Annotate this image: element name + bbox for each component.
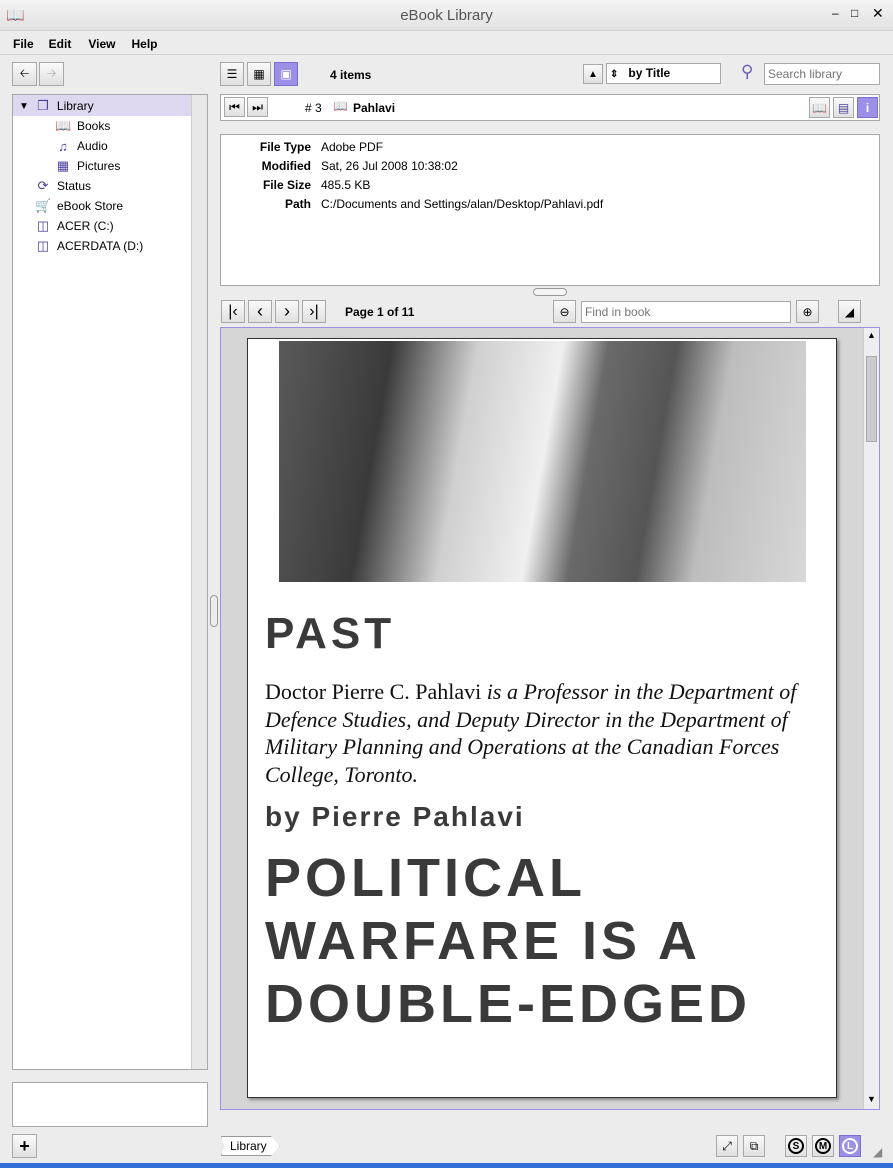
window-title: eBook Library — [400, 7, 493, 24]
reader-viewport: ▲ ▼ PAST Doctor Pierre C. Pahlavi is a P… — [220, 327, 880, 1110]
splitter-handle[interactable] — [210, 595, 218, 627]
sidebar-item-audio[interactable]: ♫ Audio — [55, 136, 108, 156]
next-page-button[interactable]: › — [275, 300, 299, 323]
list-view-button[interactable]: ☰ — [220, 62, 244, 86]
sidebar-item-pictures[interactable]: ▦ Pictures — [55, 156, 121, 176]
picture-icon: ▦ — [56, 158, 70, 173]
book-icon: 📖 — [55, 118, 72, 133]
close-button[interactable]: ✕ — [872, 5, 884, 22]
heading-past: PAST — [265, 609, 396, 658]
size-large-button[interactable]: L — [839, 1135, 861, 1157]
expand-triangle-icon[interactable]: ▼ — [19, 101, 29, 112]
path-value: C:/Documents and Settings/alan/Desktop/P… — [321, 197, 604, 211]
menu-bar: File Edit View Help — [0, 33, 893, 55]
menu-edit[interactable]: Edit — [34, 33, 72, 54]
sync-icon: ⟳ — [37, 178, 49, 193]
last-item-button[interactable]: ⏭ — [247, 97, 268, 117]
resize-grip-icon[interactable]: ◢ — [873, 1145, 882, 1159]
grid-view-button[interactable]: ▦ — [247, 62, 271, 86]
back-button[interactable]: 🡠 — [12, 62, 37, 86]
size-medium-button[interactable]: M — [812, 1135, 834, 1157]
sidebar-item-drive-d[interactable]: ◫ ACERDATA (D:) — [35, 236, 143, 256]
file-type-value: Adobe PDF — [321, 140, 384, 154]
item-bar: ⏮ ⏭ # 3 📖 Pahlavi 📖 ▤ i — [220, 94, 880, 121]
first-page-button[interactable]: |‹ — [221, 300, 245, 323]
cart-icon: 🛒 — [35, 198, 52, 213]
byline: by Pierre Pahlavi — [265, 801, 525, 832]
sidebar-tree: ▼ ❐ Library 📖 Books ♫ Audio ▦ Pictures ⟳ Statu… — [12, 94, 218, 1070]
sidebar-info-box — [12, 1082, 208, 1127]
modified-value: Sat, 26 Jul 2008 10:38:02 — [321, 159, 458, 173]
title-bar: 📖 eBook Library – □ ✕ — [0, 0, 893, 31]
menu-help[interactable]: Help — [115, 33, 157, 54]
item-title: Pahlavi — [353, 101, 396, 115]
fullscreen-reader-button[interactable]: ◢ — [838, 300, 861, 323]
breadcrumb-library[interactable]: Library — [221, 1136, 280, 1156]
music-icon: ♫ — [58, 138, 68, 154]
sort-select[interactable]: ⇕ by Title — [606, 63, 721, 84]
add-button[interactable]: + — [12, 1134, 37, 1158]
taskbar-strip — [0, 1163, 893, 1168]
sort-direction-button[interactable]: ▲ — [583, 64, 603, 84]
zoom-out-button[interactable]: ⊖ — [553, 300, 576, 323]
menu-view[interactable]: View — [71, 33, 115, 54]
drive-icon: ◫ — [36, 218, 50, 233]
last-page-button[interactable]: ›| — [302, 300, 326, 323]
info-view-button[interactable]: i — [857, 97, 878, 118]
menu-file[interactable]: File — [0, 33, 34, 54]
sidebar-item-status[interactable]: ⟳ Status — [35, 176, 91, 196]
maximize-button[interactable]: □ — [851, 6, 858, 20]
first-item-button[interactable]: ⏮ — [224, 97, 245, 117]
drive-icon: ◫ — [36, 238, 50, 253]
article-title: POLITICAL WARFARE IS A DOUBLE-EDGED — [265, 848, 752, 1034]
page-photo — [279, 341, 806, 582]
single-view-button[interactable]: ▣ — [274, 62, 298, 86]
fit-page-button[interactable]: ⤢ — [716, 1135, 738, 1157]
sidebar-item-drive-c[interactable]: ◫ ACER (C:) — [35, 216, 114, 236]
sidebar-item-books[interactable]: 📖 Books — [55, 116, 110, 136]
sidebar-item-store[interactable]: 🛒 eBook Store — [35, 196, 123, 216]
library-icon: ❐ — [37, 98, 49, 113]
author-bio: Doctor Pierre C. Pahlavi is a Professor … — [265, 679, 797, 787]
read-view-button[interactable]: 📖 — [809, 97, 830, 118]
panel-splitter[interactable] — [533, 288, 567, 296]
find-in-book-input[interactable] — [581, 301, 791, 323]
details-view-button[interactable]: ▤ — [833, 97, 854, 118]
prev-page-button[interactable]: ‹ — [248, 300, 272, 323]
reader-scrollbar[interactable]: ▲ ▼ — [863, 328, 879, 1109]
sidebar-scrollbar[interactable] — [191, 95, 218, 1069]
window-mode-button[interactable]: ⧉ — [743, 1135, 765, 1157]
file-size-value: 485.5 KB — [321, 178, 371, 192]
book-icon: 📖 — [333, 99, 348, 113]
search-input[interactable] — [764, 63, 880, 85]
sort-arrows-icon: ⇕ — [610, 69, 619, 80]
pdf-page: PAST Doctor Pierre C. Pahlavi is a Profe… — [247, 338, 837, 1098]
item-index: # 3 — [305, 101, 322, 115]
search-icon: ⚲ — [741, 62, 754, 81]
size-small-button[interactable]: S — [785, 1135, 807, 1157]
scroll-thumb[interactable] — [866, 356, 877, 442]
page-indicator: Page 1 of 11 — [345, 305, 415, 319]
sidebar-item-library[interactable]: ▼ ❐ Library — [19, 96, 94, 116]
forward-button[interactable]: 🡢 — [39, 62, 64, 86]
minimize-button[interactable]: – — [832, 6, 839, 20]
find-button[interactable]: ⊕ — [796, 300, 819, 323]
metadata-panel: File Type Adobe PDF Modified Sat, 26 Jul 2… — [220, 134, 880, 286]
items-count: 4 items — [330, 68, 372, 82]
